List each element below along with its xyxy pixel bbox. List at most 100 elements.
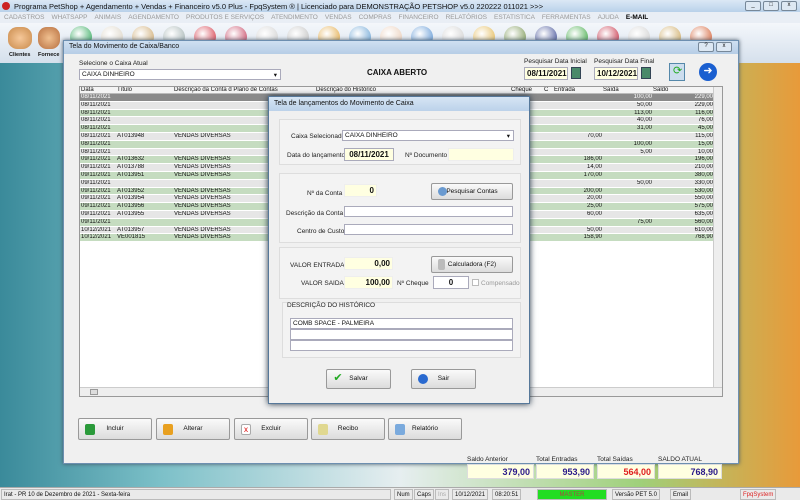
caixa-select[interactable]: CAIXA DINHEIRO ▾ <box>79 69 281 80</box>
help-button[interactable]: ? <box>698 42 714 52</box>
alterar-button[interactable]: Alterar <box>156 418 230 440</box>
table-cell: 768,90 <box>694 234 713 241</box>
suppliers-label[interactable]: Fornece <box>38 52 59 58</box>
documento-label: Nº Documento <box>405 152 448 159</box>
menu-item[interactable]: ANIMAIS <box>94 14 121 21</box>
column-header[interactable]: Data <box>81 87 117 94</box>
refresh-icon[interactable]: ⟳ <box>669 63 685 81</box>
valor-entrada-input[interactable]: 0,00 <box>344 257 393 270</box>
table-cell: 158,90 <box>583 234 602 241</box>
menu-item[interactable]: RELATÓRIOS <box>446 14 487 21</box>
historico-line-2[interactable] <box>290 329 513 340</box>
menu-item[interactable]: WHATSAPP <box>51 14 87 21</box>
vertical-scrollbar[interactable] <box>713 87 722 387</box>
close-button[interactable]: x <box>781 1 797 11</box>
menu-item[interactable]: AJUDA <box>598 14 619 21</box>
brand-label: FpqSystem <box>740 489 777 500</box>
sair-button[interactable]: Sair <box>411 369 476 389</box>
column-header[interactable]: Descrição do Histórico <box>316 87 512 94</box>
excluir-button[interactable]: x Excluir <box>234 418 308 440</box>
menu-item[interactable]: FINANCEIRO <box>398 14 438 21</box>
relatorio-button[interactable]: Relatório <box>388 418 462 440</box>
table-cell: 115,00 <box>695 133 713 139</box>
recibo-button[interactable]: Recibo <box>311 418 385 440</box>
valor-saida-input[interactable]: 100,00 <box>344 276 393 289</box>
end-date-label: Pesquisar Data Final <box>594 58 655 65</box>
email-button[interactable]: Email <box>670 489 692 500</box>
menu-item[interactable]: ATENDIMENTO <box>271 14 318 21</box>
checkmark-icon: ✔ <box>333 372 343 384</box>
menu-item[interactable]: PRODUTOS E SERVIÇOS <box>186 14 264 21</box>
conta-input[interactable]: 0 <box>344 184 377 197</box>
table-cell: 76,00 <box>697 117 713 124</box>
calendar-icon[interactable] <box>571 67 581 79</box>
desc-conta-input[interactable] <box>344 206 513 217</box>
column-header[interactable]: Entrada <box>554 87 602 94</box>
chevron-down-icon: ▾ <box>506 133 510 140</box>
menu-item[interactable]: COMPRAS <box>359 14 392 21</box>
column-header[interactable]: C <box>544 87 554 94</box>
historico-line-1[interactable]: COMB SPACE - PALMEIRA <box>290 318 513 329</box>
app-title: Programa PetShop + Agendamento + Vendas … <box>14 2 544 11</box>
menu-item[interactable]: AGENDAMENTO <box>128 14 179 21</box>
go-arrow-icon[interactable]: ➜ <box>699 63 717 81</box>
table-cell: 610,00 <box>694 226 713 233</box>
table-cell: 186,00 <box>583 156 602 163</box>
data-lancamento-label: Data do lançamento <box>287 152 346 159</box>
cheque-input[interactable]: 0 <box>433 276 469 289</box>
data-lancamento-input[interactable]: 08/11/2021 <box>344 148 394 161</box>
valor-saida-label: VALOR SAIDA <box>301 280 344 287</box>
menu-item[interactable]: ESTATISTICA <box>494 14 535 21</box>
table-cell: 100,00 <box>633 94 652 100</box>
caixa-selecionado-label: Caixa Selecionado <box>291 133 346 140</box>
valor-entrada-label: VALOR ENTRADA <box>290 262 345 269</box>
column-header[interactable]: Título <box>117 87 172 94</box>
incluir-button[interactable]: Incluir <box>78 418 152 440</box>
saldo-atual-label: SALDO ATUAL <box>658 456 702 463</box>
caixa-selecionado-select[interactable]: CAIXA DINHEIRO ▾ <box>342 130 514 141</box>
dialog-title: Tela de lançamentos do Movimento de Caix… <box>269 97 529 111</box>
saldo-atual-value: 768,90 <box>658 464 722 479</box>
pesquisar-contas-button[interactable]: Pesquisar Contas <box>431 183 513 200</box>
app-title-bar: Programa PetShop + Agendamento + Vendas … <box>0 0 800 12</box>
calculadora-button[interactable]: Calculadora (F2) <box>431 256 513 273</box>
historico-line-3[interactable] <box>290 340 513 351</box>
column-header[interactable]: Cheque <box>511 87 543 94</box>
clients-label[interactable]: Clientes <box>9 52 30 58</box>
user-badge: MASTER <box>537 489 607 500</box>
minimize-button[interactable]: _ <box>745 1 761 11</box>
historico-label: DESCRIÇÃO DO HISTÓRICO <box>287 302 376 309</box>
clients-icon[interactable] <box>8 27 32 49</box>
column-header[interactable]: Saída <box>603 87 652 94</box>
calendar-icon[interactable] <box>641 67 651 79</box>
version-label: Versão PET 5.0 <box>612 489 660 500</box>
maximize-button[interactable]: □ <box>763 1 779 11</box>
suppliers-icon[interactable] <box>38 27 60 49</box>
table-cell: 09/11/2021 <box>81 218 111 225</box>
documento-input[interactable] <box>448 148 514 161</box>
lancamento-dialog: Tela de lançamentos do Movimento de Caix… <box>268 96 530 404</box>
delete-icon: x <box>241 424 251 435</box>
incluir-label: Incluir <box>106 425 124 432</box>
column-header[interactable]: Descrição da Conta d Plano de Contas <box>174 87 316 94</box>
compensado-checkbox[interactable] <box>472 279 479 286</box>
paw-icon <box>2 2 10 10</box>
table-cell: 14,00 <box>586 164 602 171</box>
window-close-button[interactable]: x <box>716 42 732 52</box>
centro-custo-input[interactable] <box>344 224 513 235</box>
menu-item[interactable]: CADASTROS <box>4 14 44 21</box>
salvar-button[interactable]: ✔ Salvar <box>326 369 391 389</box>
menu-item[interactable]: E-MAIL <box>626 14 648 21</box>
exit-arrow-icon <box>418 374 428 384</box>
total-entradas-value: 953,90 <box>536 464 594 479</box>
start-date-input[interactable]: 08/11/2021 <box>524 67 568 80</box>
column-header[interactable]: Saldo <box>653 87 713 94</box>
table-cell: VE001815 <box>117 234 146 241</box>
receipt-icon <box>318 424 328 435</box>
table-cell: 550,00 <box>694 195 713 202</box>
search-icon <box>438 187 447 196</box>
menu-item[interactable]: FERRAMENTAS <box>542 14 591 21</box>
table-cell: AT013956 <box>117 203 145 210</box>
end-date-input[interactable]: 10/12/2021 <box>594 67 638 80</box>
menu-item[interactable]: VENDAS <box>325 14 352 21</box>
